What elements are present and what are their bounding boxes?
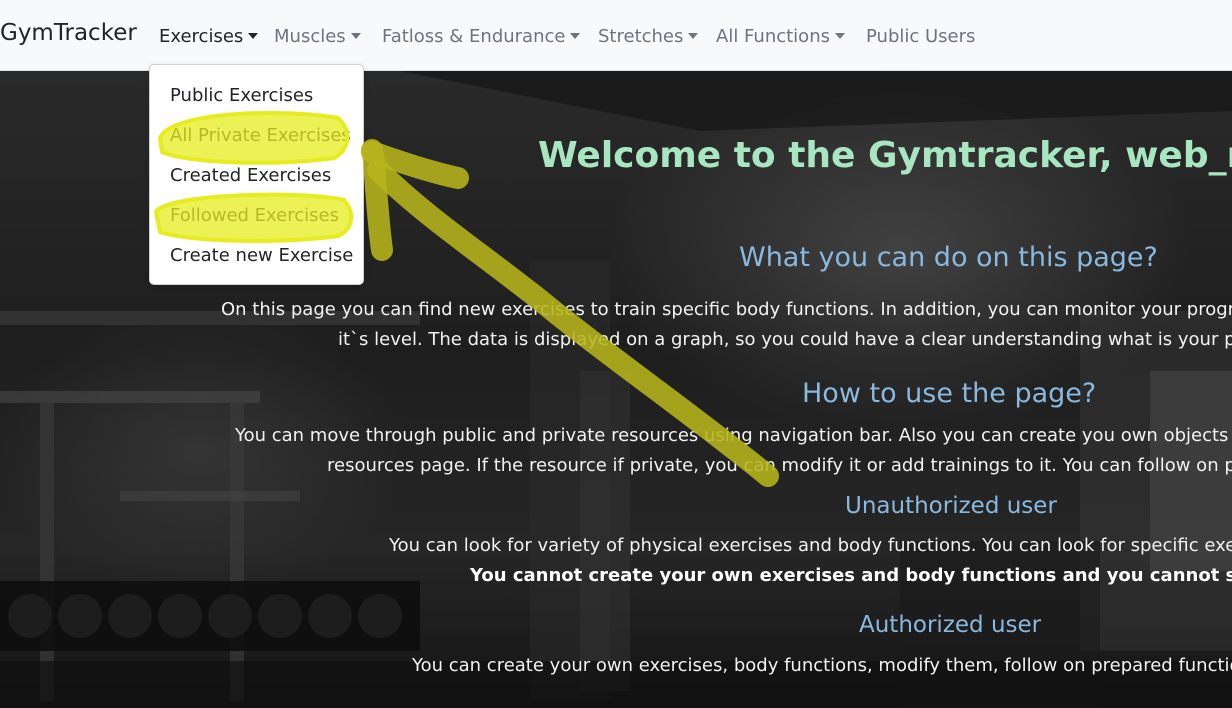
nav-public-users[interactable]: Public Users	[866, 26, 975, 47]
dropdown-item-public-exercises[interactable]: Public Exercises	[170, 85, 313, 106]
caret-down-icon	[248, 33, 259, 39]
unauthorized-heading: Unauthorized user	[845, 493, 1057, 519]
nav-muscles-label: Muscles	[274, 26, 346, 47]
dropdown-item-create-new-exercise[interactable]: Create new Exercise	[170, 245, 353, 266]
caret-down-icon	[688, 33, 699, 39]
nav-public-users-label: Public Users	[866, 26, 976, 47]
brand-logo[interactable]: GymTracker	[0, 20, 137, 46]
authorized-paragraph-line1: You can create your own exercises, body …	[412, 655, 1232, 676]
what-paragraph-line1: On this page you can find new exercises …	[221, 299, 1232, 320]
caret-down-icon	[570, 33, 581, 39]
nav-exercises-label: Exercises	[159, 26, 244, 47]
exercises-dropdown-menu: Public Exercises All Private Exercises C…	[149, 64, 364, 285]
nav-all-functions[interactable]: All Functions	[716, 26, 845, 47]
dropdown-item-followed-exercises[interactable]: Followed Exercises	[170, 205, 339, 226]
welcome-heading: Welcome to the Gymtracker, web_mod	[538, 135, 1232, 176]
what-paragraph-line2: it`s level. The data is displayed on a g…	[338, 329, 1232, 350]
how-paragraph-line1: You can move through public and private …	[235, 425, 1232, 446]
nav-fatloss-endurance[interactable]: Fatloss & Endurance	[382, 26, 581, 47]
what-heading: What you can do on this page?	[739, 242, 1158, 273]
authorized-heading: Authorized user	[859, 612, 1042, 638]
nav-stretches[interactable]: Stretches	[598, 26, 699, 47]
unauthorized-paragraph-line2: You cannot create your own exercises and…	[470, 565, 1232, 586]
navbar: GymTracker Exercises Muscles Fatloss & E…	[0, 0, 1232, 71]
how-paragraph-line2: resources page. If the resource if priva…	[327, 455, 1232, 476]
unauthorized-paragraph-line1: You can look for variety of physical exe…	[389, 535, 1232, 556]
caret-down-icon	[350, 33, 361, 39]
nav-exercises[interactable]: Exercises	[159, 26, 259, 47]
nav-muscles[interactable]: Muscles	[274, 26, 361, 47]
nav-stretches-label: Stretches	[598, 26, 684, 47]
nav-all-functions-label: All Functions	[716, 26, 830, 47]
nav-fatloss-label: Fatloss & Endurance	[382, 26, 566, 47]
dropdown-item-all-private-exercises[interactable]: All Private Exercises	[170, 125, 351, 146]
dropdown-item-created-exercises[interactable]: Created Exercises	[170, 165, 331, 186]
caret-down-icon	[834, 33, 845, 39]
how-heading: How to use the page?	[802, 378, 1097, 409]
